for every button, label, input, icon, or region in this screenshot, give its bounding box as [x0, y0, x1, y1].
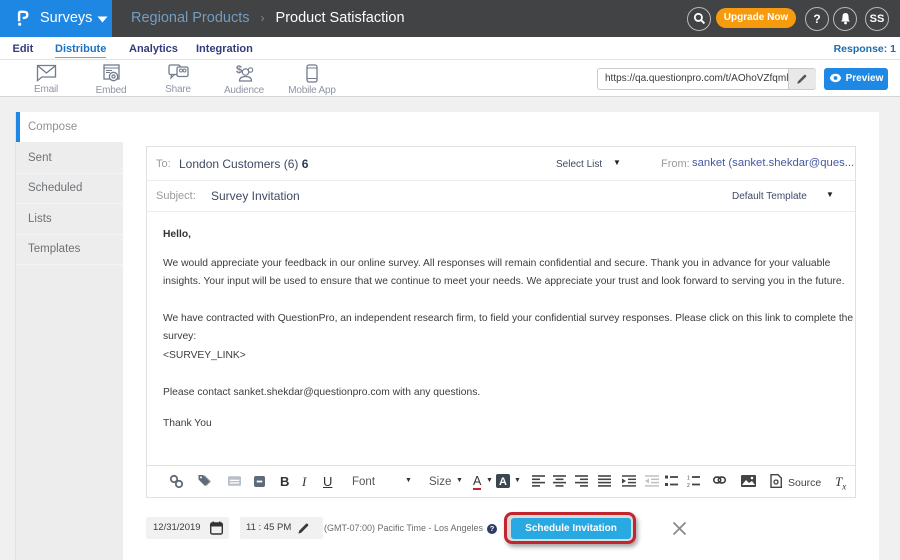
svg-text:A: A [499, 476, 507, 488]
svg-text:$: $ [236, 64, 242, 76]
svg-text:1: 1 [687, 476, 690, 482]
svg-text:2: 2 [687, 483, 690, 487]
